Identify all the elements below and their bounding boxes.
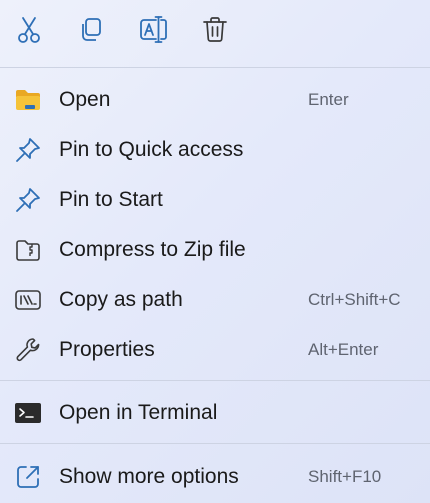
- menu-item-label: Show more options: [59, 465, 239, 488]
- toolbar-divider: [0, 67, 430, 68]
- context-toolbar: [0, 0, 430, 66]
- menu-item-label: Compress to Zip file: [59, 238, 246, 261]
- menu-item-open[interactable]: Open Enter: [0, 75, 430, 125]
- menu-item-properties[interactable]: Properties Alt+Enter: [0, 325, 430, 375]
- folder-icon: [12, 85, 44, 115]
- menu-item-shortcut: Shift+F10: [308, 467, 382, 486]
- menu-item-label: Properties: [59, 338, 155, 361]
- pin-icon: [12, 135, 44, 165]
- menu-item-copy-as-path[interactable]: Copy as path Ctrl+Shift+C: [0, 275, 430, 325]
- wrench-icon: [12, 335, 44, 365]
- scissors-icon: [16, 16, 42, 49]
- menu-item-compress-zip[interactable]: Compress to Zip file: [0, 225, 430, 275]
- menu-item-shortcut: Ctrl+Shift+C: [308, 290, 401, 309]
- delete-button[interactable]: [195, 12, 235, 52]
- menu-divider: [0, 443, 430, 444]
- menu-item-shortcut: Enter: [308, 90, 349, 109]
- zip-icon: [12, 235, 44, 265]
- menu-item-shortcut: Alt+Enter: [308, 340, 379, 359]
- pin-icon: [12, 185, 44, 215]
- copy-icon: [78, 16, 104, 49]
- menu-item-label: Copy as path: [59, 288, 183, 311]
- menu-item-label: Pin to Quick access: [59, 138, 244, 161]
- terminal-icon: [12, 398, 44, 428]
- menu-item-label: Open: [59, 88, 111, 111]
- menu-item-label: Open in Terminal: [59, 401, 218, 424]
- menu-divider: [0, 380, 430, 381]
- menu-item-show-more-options[interactable]: Show more options Shift+F10: [0, 452, 430, 502]
- copy-button[interactable]: [71, 12, 111, 52]
- rename-icon: [138, 15, 168, 50]
- path-icon: [12, 285, 44, 315]
- rename-button[interactable]: [133, 12, 173, 52]
- cut-button[interactable]: [9, 12, 49, 52]
- menu-item-pin-to-start[interactable]: Pin to Start: [0, 175, 430, 225]
- external-icon: [12, 462, 44, 492]
- menu-item-label: Pin to Start: [59, 188, 163, 211]
- trash-icon: [202, 16, 228, 49]
- menu-item-pin-quick-access[interactable]: Pin to Quick access: [0, 125, 430, 175]
- menu-item-open-terminal[interactable]: Open in Terminal: [0, 388, 430, 438]
- context-menu: Open Enter Pin to Quick access Pin to St: [0, 0, 430, 503]
